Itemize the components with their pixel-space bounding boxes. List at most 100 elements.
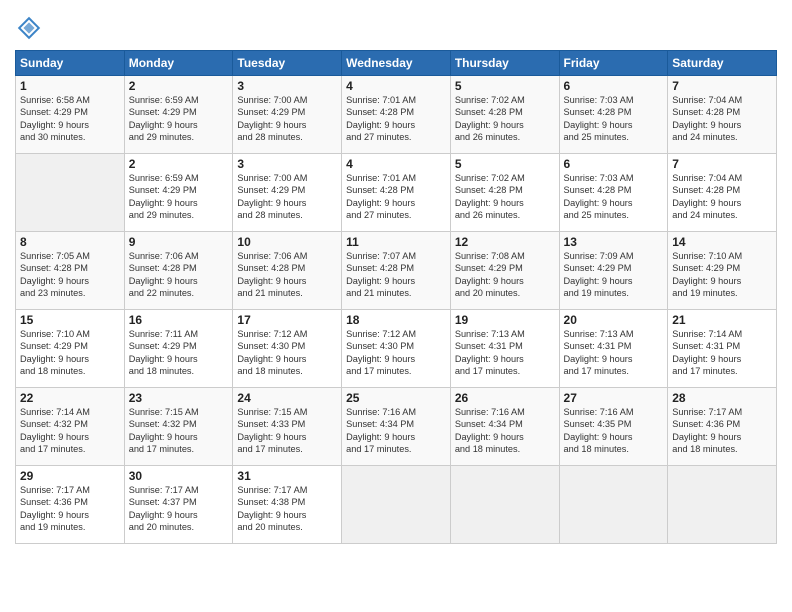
cell-text: Sunrise: 7:04 AMSunset: 4:28 PMDaylight:… xyxy=(672,95,742,142)
day-number: 10 xyxy=(237,235,337,249)
calendar-cell-28: 28 Sunrise: 7:17 AMSunset: 4:36 PMDayligh… xyxy=(668,388,777,466)
calendar-week-3: 8 Sunrise: 7:05 AMSunset: 4:28 PMDaylight… xyxy=(16,232,777,310)
calendar-cell-empty xyxy=(342,466,451,544)
calendar-cell-11: 11 Sunrise: 7:07 AMSunset: 4:28 PMDayligh… xyxy=(342,232,451,310)
day-number: 7 xyxy=(672,157,772,171)
day-number: 1 xyxy=(20,79,120,93)
cell-text: Sunrise: 6:59 AMSunset: 4:29 PMDaylight:… xyxy=(129,95,199,142)
cell-text: Sunrise: 7:05 AMSunset: 4:28 PMDaylight:… xyxy=(20,251,90,298)
header xyxy=(15,10,777,42)
calendar-cell-10: 10Sunrise: 7:06 AMSunset: 4:28 PMDayligh… xyxy=(233,232,342,310)
calendar-week-6: 29 Sunrise: 7:17 AMSunset: 4:36 PMDayligh… xyxy=(16,466,777,544)
calendar-cell-6: 6Sunrise: 7:03 AMSunset: 4:28 PMDaylight… xyxy=(559,76,668,154)
calendar-cell-23: 23Sunrise: 7:15 AMSunset: 4:32 PMDayligh… xyxy=(124,388,233,466)
weekday-header-monday: Monday xyxy=(124,51,233,76)
calendar-cell-29: 29 Sunrise: 7:17 AMSunset: 4:36 PMDayligh… xyxy=(16,466,125,544)
cell-text: Sunrise: 7:11 AMSunset: 4:29 PMDaylight:… xyxy=(129,329,198,376)
cell-text: Sunrise: 7:16 AMSunset: 4:35 PMDaylight:… xyxy=(564,407,634,454)
day-number: 14 xyxy=(672,235,772,249)
day-number: 25 xyxy=(346,391,446,405)
day-number: 16 xyxy=(129,313,229,327)
cell-text: Sunrise: 7:16 AMSunset: 4:34 PMDaylight:… xyxy=(346,407,416,454)
cell-text: Sunrise: 7:14 AMSunset: 4:31 PMDaylight:… xyxy=(672,329,742,376)
calendar-cell-15: 15Sunrise: 7:10 AMSunset: 4:29 PMDayligh… xyxy=(16,310,125,388)
calendar-cell-3: 3Sunrise: 7:00 AMSunset: 4:29 PMDaylight… xyxy=(233,154,342,232)
day-number: 3 xyxy=(237,79,337,93)
day-number: 28 xyxy=(672,391,772,405)
calendar-week-1: 1Sunrise: 6:58 AMSunset: 4:29 PMDaylight… xyxy=(16,76,777,154)
day-number: 26 xyxy=(455,391,555,405)
day-number: 2 xyxy=(129,157,229,171)
calendar-cell-8: 8 Sunrise: 7:05 AMSunset: 4:28 PMDaylight… xyxy=(16,232,125,310)
calendar-cell-4: 4 Sunrise: 7:01 AMSunset: 4:28 PMDaylight… xyxy=(342,76,451,154)
day-number: 13 xyxy=(564,235,664,249)
day-number: 6 xyxy=(564,157,664,171)
calendar-cell-2: 2 Sunrise: 6:59 AMSunset: 4:29 PMDaylight… xyxy=(124,154,233,232)
cell-text: Sunrise: 7:02 AMSunset: 4:28 PMDaylight:… xyxy=(455,173,525,220)
day-number: 23 xyxy=(129,391,229,405)
calendar-cell-14: 14Sunrise: 7:10 AMSunset: 4:29 PMDayligh… xyxy=(668,232,777,310)
day-number: 22 xyxy=(20,391,120,405)
cell-text: Sunrise: 7:16 AMSunset: 4:34 PMDaylight:… xyxy=(455,407,525,454)
calendar-cell-20: 20Sunrise: 7:13 AMSunset: 4:31 PMDayligh… xyxy=(559,310,668,388)
weekday-header-row: SundayMondayTuesdayWednesdayThursdayFrid… xyxy=(16,51,777,76)
calendar-cell-3: 3 Sunrise: 7:00 AMSunset: 4:29 PMDaylight… xyxy=(233,76,342,154)
calendar-cell-2: 2 Sunrise: 6:59 AMSunset: 4:29 PMDaylight… xyxy=(124,76,233,154)
calendar-cell-7: 7Sunrise: 7:04 AMSunset: 4:28 PMDaylight… xyxy=(668,154,777,232)
day-number: 19 xyxy=(455,313,555,327)
calendar-cell-26: 26 Sunrise: 7:16 AMSunset: 4:34 PMDayligh… xyxy=(450,388,559,466)
weekday-header-saturday: Saturday xyxy=(668,51,777,76)
cell-text: Sunrise: 7:10 AMSunset: 4:29 PMDaylight:… xyxy=(20,329,90,376)
calendar-cell-22: 22Sunrise: 7:14 AMSunset: 4:32 PMDayligh… xyxy=(16,388,125,466)
day-number: 11 xyxy=(346,235,446,249)
cell-text: Sunrise: 7:00 AMSunset: 4:29 PMDaylight:… xyxy=(237,95,307,142)
day-number: 5 xyxy=(455,157,555,171)
weekday-header-tuesday: Tuesday xyxy=(233,51,342,76)
weekday-header-friday: Friday xyxy=(559,51,668,76)
cell-text: Sunrise: 7:08 AMSunset: 4:29 PMDaylight:… xyxy=(455,251,525,298)
calendar-cell-4: 4Sunrise: 7:01 AMSunset: 4:28 PMDaylight… xyxy=(342,154,451,232)
cell-text: Sunrise: 7:13 AMSunset: 4:31 PMDaylight:… xyxy=(455,329,525,376)
calendar-cell-9: 9Sunrise: 7:06 AMSunset: 4:28 PMDaylight… xyxy=(124,232,233,310)
day-number: 20 xyxy=(564,313,664,327)
day-number: 2 xyxy=(129,79,229,93)
cell-text: Sunrise: 7:12 AMSunset: 4:30 PMDaylight:… xyxy=(237,329,307,376)
cell-text: Sunrise: 7:12 AMSunset: 4:30 PMDaylight:… xyxy=(346,329,416,376)
calendar-cell-6: 6Sunrise: 7:03 AMSunset: 4:28 PMDaylight… xyxy=(559,154,668,232)
calendar-cell-24: 24Sunrise: 7:15 AMSunset: 4:33 PMDayligh… xyxy=(233,388,342,466)
cell-text: Sunrise: 7:01 AMSunset: 4:28 PMDaylight:… xyxy=(346,95,416,142)
day-number: 24 xyxy=(237,391,337,405)
calendar-cell-empty xyxy=(16,154,125,232)
cell-text: Sunrise: 7:02 AMSunset: 4:28 PMDaylight:… xyxy=(455,95,525,142)
calendar-week-4: 15Sunrise: 7:10 AMSunset: 4:29 PMDayligh… xyxy=(16,310,777,388)
calendar-cell-31: 31Sunrise: 7:17 AMSunset: 4:38 PMDayligh… xyxy=(233,466,342,544)
calendar-cell-21: 21 Sunrise: 7:14 AMSunset: 4:31 PMDayligh… xyxy=(668,310,777,388)
cell-text: Sunrise: 7:00 AMSunset: 4:29 PMDaylight:… xyxy=(237,173,307,220)
day-number: 29 xyxy=(20,469,120,483)
cell-text: Sunrise: 7:03 AMSunset: 4:28 PMDaylight:… xyxy=(564,95,634,142)
cell-text: Sunrise: 6:59 AMSunset: 4:29 PMDaylight:… xyxy=(129,173,199,220)
day-number: 8 xyxy=(20,235,120,249)
calendar-cell-30: 30Sunrise: 7:17 AMSunset: 4:37 PMDayligh… xyxy=(124,466,233,544)
calendar-cell-empty xyxy=(450,466,559,544)
day-number: 4 xyxy=(346,79,446,93)
day-number: 17 xyxy=(237,313,337,327)
logo xyxy=(15,14,46,42)
calendar-cell-1: 1Sunrise: 6:58 AMSunset: 4:29 PMDaylight… xyxy=(16,76,125,154)
calendar-cell-7: 7Sunrise: 7:04 AMSunset: 4:28 PMDaylight… xyxy=(668,76,777,154)
day-number: 21 xyxy=(672,313,772,327)
calendar-table: SundayMondayTuesdayWednesdayThursdayFrid… xyxy=(15,50,777,544)
cell-text: Sunrise: 7:09 AMSunset: 4:29 PMDaylight:… xyxy=(564,251,634,298)
calendar-cell-27: 27 Sunrise: 7:16 AMSunset: 4:35 PMDayligh… xyxy=(559,388,668,466)
cell-text: Sunrise: 7:01 AMSunset: 4:28 PMDaylight:… xyxy=(346,173,416,220)
day-number: 27 xyxy=(564,391,664,405)
calendar-cell-25: 25 Sunrise: 7:16 AMSunset: 4:34 PMDayligh… xyxy=(342,388,451,466)
day-number: 31 xyxy=(237,469,337,483)
day-number: 12 xyxy=(455,235,555,249)
cell-text: Sunrise: 7:17 AMSunset: 4:36 PMDaylight:… xyxy=(672,407,742,454)
cell-text: Sunrise: 7:17 AMSunset: 4:36 PMDaylight:… xyxy=(20,485,90,532)
weekday-header-sunday: Sunday xyxy=(16,51,125,76)
cell-text: Sunrise: 7:07 AMSunset: 4:28 PMDaylight:… xyxy=(346,251,416,298)
calendar-cell-empty xyxy=(559,466,668,544)
calendar-week-5: 22Sunrise: 7:14 AMSunset: 4:32 PMDayligh… xyxy=(16,388,777,466)
